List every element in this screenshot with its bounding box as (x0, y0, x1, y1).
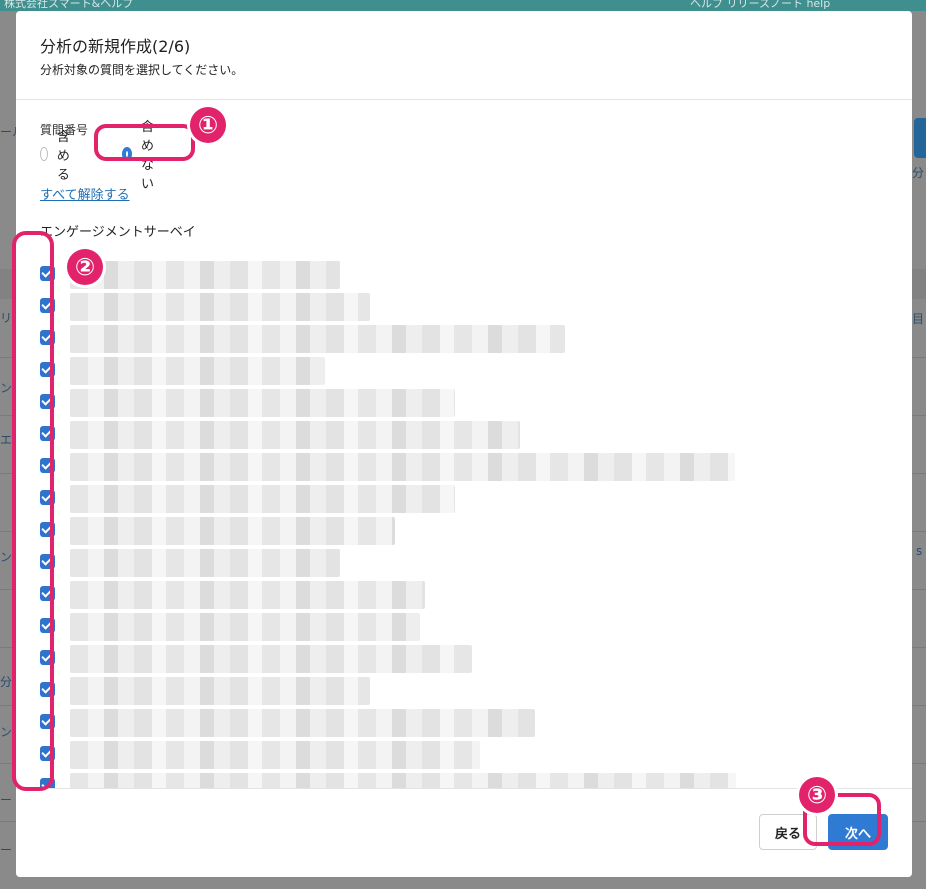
bg-fragment: ン (0, 381, 13, 395)
redacted-question-text (70, 645, 472, 673)
step-badge-3: ③ (799, 777, 835, 813)
redacted-question-text (70, 773, 736, 788)
redacted-question-text (70, 389, 455, 417)
redacted-question-text (70, 485, 455, 513)
clear-all-link[interactable]: すべて解除する (40, 184, 130, 203)
bg-fragment: ー (0, 793, 13, 807)
redacted-question-text (70, 741, 480, 769)
redacted-question-text (70, 613, 420, 641)
background-primary-button (914, 118, 926, 158)
bg-fragment: 目 (912, 312, 925, 326)
redacted-question-text (70, 261, 340, 289)
bg-fragment: ン (0, 550, 13, 564)
redacted-question-text (70, 357, 325, 385)
redacted-question-text (70, 325, 565, 353)
question-row[interactable] (16, 545, 912, 577)
question-row[interactable] (16, 417, 912, 449)
highlight-radio-exclude (94, 124, 195, 161)
redacted-question-text (70, 517, 395, 545)
question-row[interactable] (16, 449, 912, 481)
modal-title: 分析の新規作成(2/6) (40, 37, 191, 56)
redacted-question-text (70, 677, 370, 705)
question-row[interactable] (16, 321, 912, 353)
bg-fragment: s (916, 544, 923, 558)
question-row[interactable] (16, 609, 912, 641)
redacted-question-text (70, 709, 535, 737)
question-checkbox-list (16, 247, 912, 788)
step-badge-2: ② (67, 249, 103, 285)
redacted-question-text (70, 421, 520, 449)
redacted-question-text (70, 549, 340, 577)
company-name: 株式会社スマート&ヘルプ (4, 0, 134, 10)
bg-fragment: ー (0, 843, 13, 857)
question-row[interactable] (16, 513, 912, 545)
modal-footer: 戻る 次へ (16, 788, 912, 877)
question-row[interactable] (16, 705, 912, 737)
radio-include[interactable]: 含める (40, 130, 76, 183)
question-row[interactable] (16, 385, 912, 417)
radio-include-label: 含める (56, 129, 70, 183)
question-row[interactable] (16, 289, 912, 321)
redacted-question-text (70, 293, 370, 321)
question-row[interactable] (16, 737, 912, 769)
question-row[interactable] (16, 673, 912, 705)
bg-fragment: ン (0, 725, 13, 739)
bg-fragment: 分 (912, 166, 925, 180)
question-row[interactable] (16, 641, 912, 673)
radio-circle (40, 147, 48, 161)
question-row[interactable] (16, 481, 912, 513)
step-badge-1: ① (190, 107, 226, 143)
help-links[interactable]: ヘルプ リリースノート help (690, 0, 830, 11)
app-topbar: 株式会社スマート&ヘルプ ヘルプ リリースノート help (0, 0, 926, 11)
bg-fragment: 分 (0, 675, 13, 689)
bg-fragment: エ (0, 433, 13, 447)
bg-fragment: リ (0, 311, 13, 325)
question-row[interactable] (16, 257, 912, 289)
question-row[interactable] (16, 769, 912, 788)
question-row[interactable] (16, 577, 912, 609)
redacted-question-text (70, 581, 425, 609)
modal-subtitle: 分析対象の質問を選択してください。 (40, 63, 244, 77)
modal-header: 分析の新規作成(2/6) 分析対象の質問を選択してください。 (16, 11, 912, 100)
redacted-question-text (70, 453, 735, 481)
question-row[interactable] (16, 353, 912, 385)
survey-section-title: エンゲージメントサーベイ (40, 225, 196, 240)
highlight-checkbox-column (12, 231, 54, 791)
